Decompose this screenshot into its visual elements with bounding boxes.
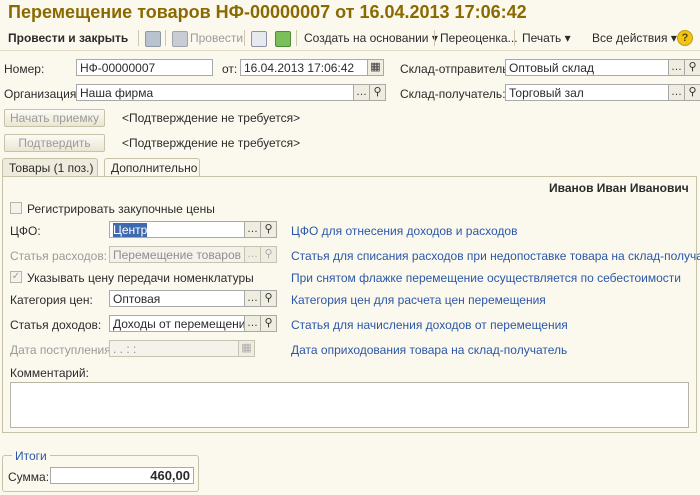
ellipsis-icon[interactable]: … bbox=[244, 315, 261, 332]
toolbar-separator bbox=[514, 30, 515, 46]
receipt-date-label: Дата поступления: bbox=[10, 343, 115, 357]
chevron-down-icon: ▾ bbox=[670, 31, 677, 45]
date-label: от: bbox=[222, 62, 238, 76]
toolbar-separator bbox=[138, 30, 139, 46]
price-category-field[interactable]: Оптовая bbox=[109, 290, 245, 307]
revaluation-button[interactable]: Переоценка... bbox=[440, 31, 518, 45]
print-menu[interactable]: Печать ▾ bbox=[522, 31, 571, 45]
clipboard-check-icon[interactable] bbox=[251, 31, 267, 47]
price-category-hint: Категория цен для расчета цен перемещени… bbox=[291, 293, 546, 307]
organization-label: Организация: bbox=[4, 87, 80, 101]
post-button[interactable]: Провести bbox=[190, 31, 243, 45]
toolbar-separator bbox=[244, 30, 245, 46]
start-acceptance-button[interactable]: Начать приемку bbox=[4, 109, 105, 127]
register-prices-checkbox[interactable] bbox=[10, 202, 22, 214]
search-icon[interactable]: ⚲ bbox=[369, 84, 386, 101]
sender-warehouse-label: Склад-отправитель: bbox=[400, 62, 512, 76]
date-field[interactable]: 16.04.2013 17:06:42 bbox=[240, 59, 368, 76]
receipt-date-field[interactable]: . . : : bbox=[109, 340, 239, 357]
income-item-field[interactable]: Доходы от перемещения bbox=[109, 315, 245, 332]
tab-goods[interactable]: Товары (1 поз.) bbox=[2, 158, 98, 176]
transfer-price-label: Указывать цену передачи номенклатуры bbox=[27, 271, 254, 285]
search-icon[interactable]: ⚲ bbox=[260, 290, 277, 307]
number-label: Номер: bbox=[4, 62, 45, 76]
window-title: Перемещение товаров НФ-00000007 от 16.04… bbox=[8, 2, 527, 22]
ellipsis-icon[interactable]: … bbox=[244, 221, 261, 238]
chevron-down-icon: ▾ bbox=[564, 31, 571, 45]
post-document-icon bbox=[172, 31, 188, 47]
search-icon[interactable]: ⚲ bbox=[260, 246, 277, 263]
sum-field: 460,00 bbox=[50, 467, 194, 484]
responsible-name: Иванов Иван Иванович bbox=[549, 181, 689, 195]
sum-label: Сумма: bbox=[8, 470, 50, 484]
toolbar-separator bbox=[296, 30, 297, 46]
income-item-hint: Статья для начисления доходов от перемещ… bbox=[291, 318, 568, 332]
help-icon[interactable]: ? bbox=[677, 30, 693, 46]
organization-field[interactable]: Наша фирма bbox=[76, 84, 354, 101]
all-actions-label: Все действия bbox=[592, 31, 668, 45]
cfo-hint: ЦФО для отнесения доходов и расходов bbox=[291, 224, 518, 238]
ellipsis-icon[interactable]: … bbox=[668, 59, 685, 76]
confirm-button[interactable]: Подтвердить bbox=[4, 134, 105, 152]
download-icon[interactable] bbox=[275, 31, 291, 47]
totals-title: Итоги bbox=[12, 449, 50, 463]
cfo-label: ЦФО: bbox=[10, 224, 41, 238]
receiver-warehouse-field[interactable]: Торговый зал bbox=[505, 84, 669, 101]
toolbar: Провести и закрыть Провести Создать на о… bbox=[0, 26, 700, 51]
expense-item-field[interactable]: Перемещение товаров bbox=[109, 246, 245, 263]
income-item-label: Статья доходов: bbox=[10, 318, 102, 332]
comment-textarea[interactable] bbox=[10, 382, 689, 428]
cfo-field[interactable]: Центр bbox=[109, 221, 245, 238]
ellipsis-icon[interactable]: … bbox=[244, 290, 261, 307]
expense-item-label: Статья расходов: bbox=[10, 249, 108, 263]
tab-additional[interactable]: Дополнительно bbox=[104, 158, 200, 177]
price-category-label: Категория цен: bbox=[10, 293, 93, 307]
transfer-price-checkbox[interactable]: ✓ bbox=[10, 271, 22, 283]
register-prices-label: Регистрировать закупочные цены bbox=[27, 202, 215, 216]
toolbar-separator bbox=[165, 30, 166, 46]
search-icon[interactable]: ⚲ bbox=[684, 59, 700, 76]
post-and-close-button[interactable]: Провести и закрыть bbox=[8, 31, 128, 45]
ellipsis-icon[interactable]: … bbox=[244, 246, 261, 263]
search-icon[interactable]: ⚲ bbox=[260, 221, 277, 238]
calendar-icon[interactable]: ▦ bbox=[367, 59, 384, 76]
create-based-on-label: Создать на основании bbox=[304, 31, 429, 45]
ellipsis-icon[interactable]: … bbox=[668, 84, 685, 101]
sender-warehouse-field[interactable]: Оптовый склад bbox=[505, 59, 669, 76]
toolbar-separator bbox=[434, 30, 435, 46]
expense-item-hint: Статья для списания расходов при недопос… bbox=[291, 249, 700, 263]
cfo-value: Центр bbox=[113, 223, 148, 237]
confirmation-status: <Подтверждение не требуется> bbox=[122, 136, 301, 150]
transfer-price-hint: При снятом флажке перемещение осуществля… bbox=[291, 271, 681, 285]
save-icon[interactable] bbox=[145, 31, 161, 47]
create-based-on-menu[interactable]: Создать на основании ▾ bbox=[304, 31, 438, 45]
search-icon[interactable]: ⚲ bbox=[684, 84, 700, 101]
calendar-icon[interactable]: ▦ bbox=[238, 340, 255, 357]
ellipsis-icon[interactable]: … bbox=[353, 84, 370, 101]
receiver-warehouse-label: Склад-получатель: bbox=[400, 87, 506, 101]
number-field[interactable]: НФ-00000007 bbox=[76, 59, 213, 76]
print-label: Печать bbox=[522, 31, 562, 45]
search-icon[interactable]: ⚲ bbox=[260, 315, 277, 332]
all-actions-menu[interactable]: Все действия ▾ bbox=[592, 31, 677, 45]
comment-label: Комментарий: bbox=[10, 366, 89, 380]
receipt-date-hint: Дата оприходования товара на склад-получ… bbox=[291, 343, 568, 357]
acceptance-status: <Подтверждение не требуется> bbox=[122, 111, 301, 125]
